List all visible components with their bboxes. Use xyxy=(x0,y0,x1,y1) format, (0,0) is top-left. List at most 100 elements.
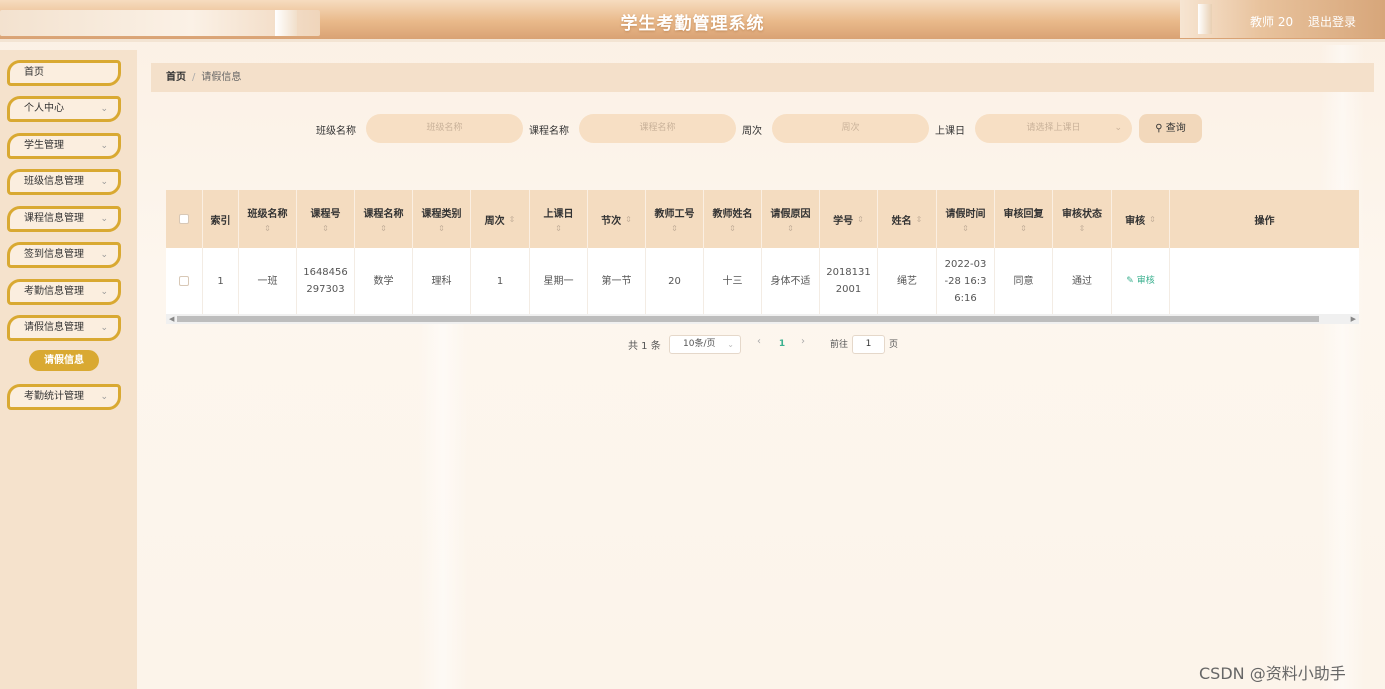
page-number[interactable]: 1 xyxy=(772,335,792,354)
class-day-select[interactable]: 请选择上课日 ⌄ xyxy=(975,114,1132,143)
sidebar-subitem-leave[interactable]: 请假信息 xyxy=(29,350,99,371)
page-size-value: 10条/页 xyxy=(683,339,716,349)
cell-student-name: 绳艺 xyxy=(878,248,937,314)
chevron-down-icon: ⌄ xyxy=(100,104,108,114)
sidebar-item-attendance-info[interactable]: 考勤信息管理 ⌄ xyxy=(7,279,121,305)
cell-audit: ✎ 审核 xyxy=(1112,248,1170,314)
column-header[interactable]: 审核回复 ⇕ xyxy=(995,190,1053,248)
next-page-icon[interactable]: › xyxy=(801,336,805,347)
column-header[interactable]: 请假时间 ⇕ xyxy=(937,190,995,248)
breadcrumb: 首页 / 请假信息 xyxy=(151,63,1374,92)
sort-icon: ⇕ xyxy=(625,214,632,224)
cell-course-type: 理科 xyxy=(413,248,471,314)
chevron-down-icon: ⌄ xyxy=(727,340,734,349)
row-checkbox-cell xyxy=(166,248,203,314)
column-header[interactable]: 学号 ⇕ xyxy=(820,190,878,248)
column-header[interactable]: 教师工号 ⇕ xyxy=(646,190,704,248)
background-decoration xyxy=(1320,45,1365,689)
column-header[interactable]: 审核 ⇕ xyxy=(1112,190,1170,248)
chevron-down-icon: ⌄ xyxy=(100,392,108,402)
column-header[interactable]: 节次 ⇕ xyxy=(588,190,646,248)
column-header[interactable]: 班级名称 ⇕ xyxy=(239,190,297,248)
scroll-right-icon[interactable]: ▶ xyxy=(1351,314,1356,324)
sidebar-item-label: 课程信息管理 xyxy=(24,213,84,224)
cell-course-name: 数学 xyxy=(355,248,413,314)
sort-icon: ⇕ xyxy=(787,224,794,233)
cell-actions xyxy=(1170,248,1359,314)
sort-icon: ⇕ xyxy=(1078,224,1086,233)
table-row: 1 一班 1648456 297303 数学 理科 1 星期一 第一节 20 十… xyxy=(166,248,1359,314)
chevron-down-icon: ⌄ xyxy=(100,250,108,260)
page-size-select[interactable]: 10条/页 ⌄ xyxy=(669,335,741,354)
course-name-label: 课程名称 xyxy=(529,126,569,137)
cell-leave-time: 2022-03 -28 16:3 6:16 xyxy=(937,248,995,314)
week-input[interactable]: 周次 xyxy=(772,114,929,143)
edit-icon: ✎ xyxy=(1126,275,1134,286)
select-all-checkbox[interactable] xyxy=(179,214,189,224)
cell-class-name: 一班 xyxy=(239,248,297,314)
scroll-left-icon[interactable]: ◀ xyxy=(169,314,174,324)
table-header: 索引 班级名称 ⇕ 课程号 ⇕ 课程名称 ⇕ 课程类别 ⇕ 周次 ⇕ 上课日 ⇕ 节次 ⇕ 教… xyxy=(166,190,1359,248)
sort-icon: ⇕ xyxy=(671,224,678,233)
watermark: CSDN @资料小助手 xyxy=(1199,664,1346,683)
chevron-down-icon: ⌄ xyxy=(100,214,108,224)
scrollbar-thumb[interactable] xyxy=(177,316,1319,322)
class-day-label: 上课日 xyxy=(935,126,965,137)
sidebar-item-checkin-info[interactable]: 签到信息管理 ⌄ xyxy=(7,242,121,268)
column-header[interactable]: 周次 ⇕ xyxy=(471,190,530,248)
sort-icon: ⇕ xyxy=(1020,224,1027,233)
logout-link[interactable]: 退出登录 xyxy=(1308,13,1356,30)
search-icon: ⚲ xyxy=(1155,123,1163,134)
prev-page-icon[interactable]: ‹ xyxy=(757,336,761,347)
cell-reply: 同意 xyxy=(995,248,1053,314)
chevron-down-icon: ⌄ xyxy=(100,141,108,151)
column-header: 操作 xyxy=(1254,215,1275,227)
course-name-input[interactable]: 课程名称 xyxy=(579,114,736,143)
sidebar-item-label: 学生管理 xyxy=(24,140,64,151)
column-header: 索引 xyxy=(203,190,239,248)
column-header[interactable]: 姓名 ⇕ xyxy=(878,190,937,248)
row-checkbox[interactable] xyxy=(179,276,189,286)
column-header[interactable]: 课程类别 ⇕ xyxy=(413,190,471,248)
sidebar-item-home[interactable]: 首页 xyxy=(7,60,121,86)
sort-icon: ⇕ xyxy=(322,224,329,233)
goto-page-input[interactable]: 1 xyxy=(852,335,885,354)
sidebar-item-students[interactable]: 学生管理 ⌄ xyxy=(7,133,121,159)
query-button-label: 查询 xyxy=(1165,123,1186,134)
column-header[interactable]: 请假原因 ⇕ xyxy=(762,190,820,248)
class-name-input[interactable]: 班级名称 xyxy=(366,114,523,143)
sort-icon: ⇕ xyxy=(555,224,562,233)
cell-teacher-name: 十三 xyxy=(704,248,762,314)
sidebar-item-profile[interactable]: 个人中心 ⌄ xyxy=(7,96,121,122)
class-day-placeholder: 请选择上课日 xyxy=(1026,123,1081,133)
sidebar-item-label: 班级信息管理 xyxy=(24,176,84,187)
sidebar-item-label: 个人中心 xyxy=(24,103,64,114)
breadcrumb-home[interactable]: 首页 xyxy=(166,72,186,83)
column-header[interactable]: 教师姓名 ⇕ xyxy=(704,190,762,248)
sort-icon: ⇕ xyxy=(915,214,923,224)
goto-unit: 页 xyxy=(889,340,899,350)
sidebar-item-course-info[interactable]: 课程信息管理 ⌄ xyxy=(7,206,121,232)
sort-icon: ⇕ xyxy=(1149,214,1156,224)
cell-day: 星期一 xyxy=(530,248,588,314)
current-user: 教师 20 xyxy=(1250,15,1294,29)
sidebar-item-attendance-stats[interactable]: 考勤统计管理 ⌄ xyxy=(7,384,121,410)
sort-icon: ⇕ xyxy=(264,224,271,233)
sidebar-item-leave-info[interactable]: 请假信息管理 ⌄ xyxy=(7,315,121,341)
cell-section: 第一节 xyxy=(588,248,646,314)
horizontal-scrollbar[interactable]: ◀ ▶ xyxy=(166,314,1359,324)
cell-week: 1 xyxy=(471,248,530,314)
sidebar-item-class-info[interactable]: 班级信息管理 ⌄ xyxy=(7,169,121,195)
cell-status: 通过 xyxy=(1053,248,1112,314)
sidebar: 首页 个人中心 ⌄ 学生管理 ⌄ 班级信息管理 ⌄ 课程信息管理 ⌄ 签到信息管… xyxy=(0,50,137,689)
audit-button[interactable]: ✎ 审核 xyxy=(1126,273,1154,290)
select-all-header xyxy=(166,190,203,248)
chevron-down-icon: ⌄ xyxy=(1114,123,1122,133)
sidebar-item-label: 考勤统计管理 xyxy=(24,391,84,402)
query-button[interactable]: ⚲ 查询 xyxy=(1139,114,1202,143)
sort-icon: ⇕ xyxy=(729,224,736,233)
column-header[interactable]: 课程号 ⇕ xyxy=(297,190,355,248)
column-header[interactable]: 上课日 ⇕ xyxy=(530,190,588,248)
column-header[interactable]: 审核状态 ⇕ xyxy=(1053,190,1112,248)
column-header[interactable]: 课程名称 ⇕ xyxy=(355,190,413,248)
